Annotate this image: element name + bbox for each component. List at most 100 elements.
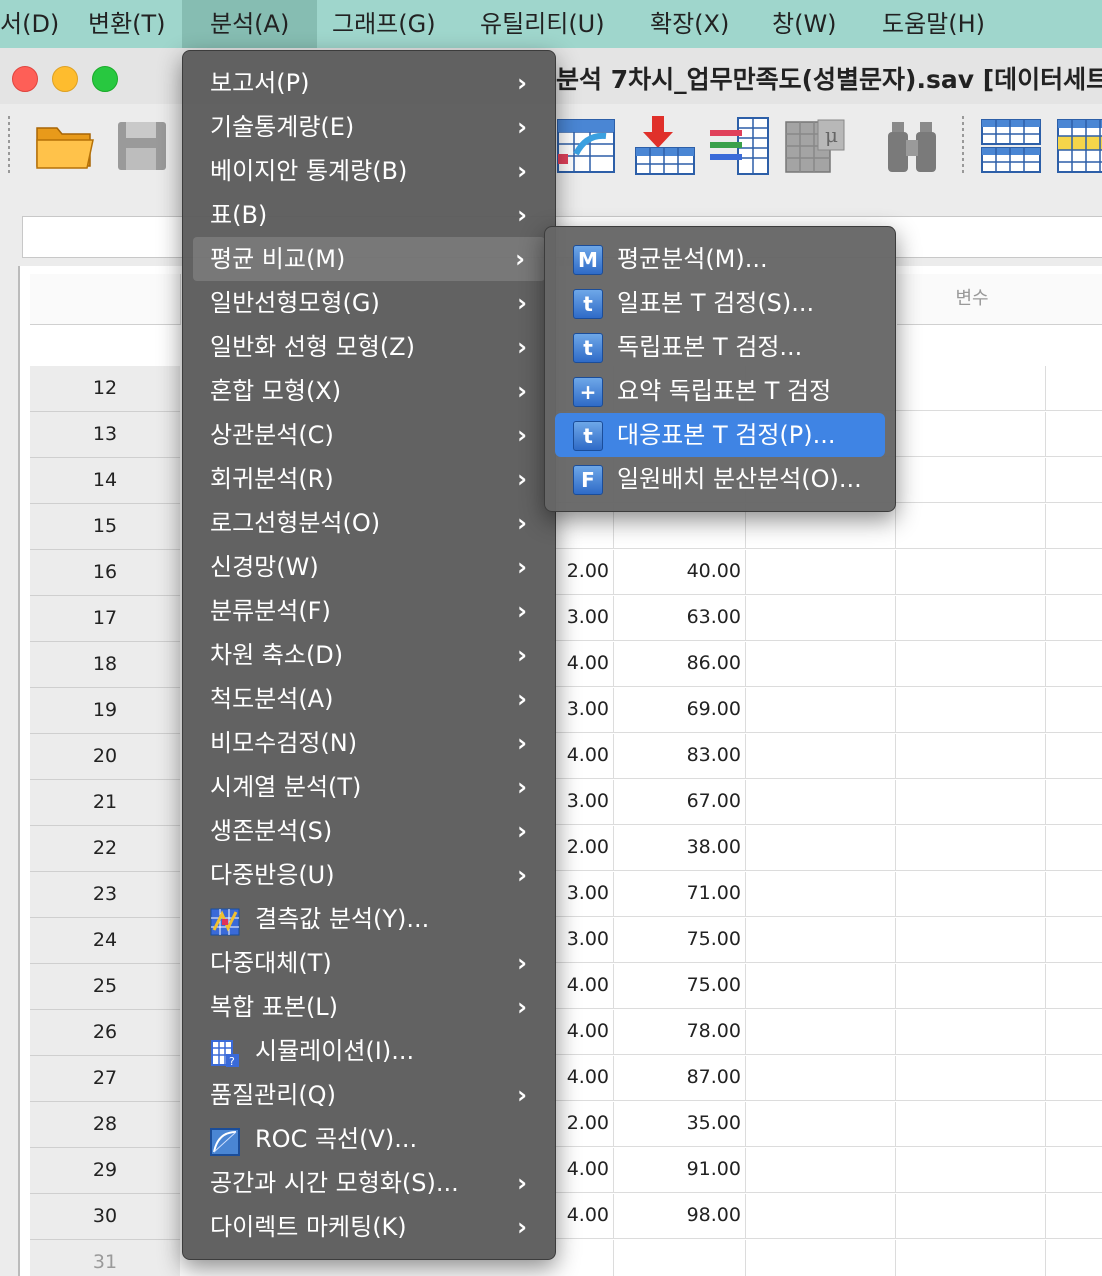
cell-empty[interactable] [896, 1102, 1046, 1147]
value-labels-icon[interactable] [1056, 114, 1102, 176]
compare-means-item[interactable]: t 일표본 T 검정(S)... [555, 281, 885, 325]
cell-score-group[interactable]: 4.00 [554, 1148, 614, 1193]
cell-empty[interactable] [1046, 780, 1102, 825]
cell-score-group[interactable]: 3.00 [554, 872, 614, 917]
cell-empty[interactable] [1046, 918, 1102, 963]
cell-score-group[interactable]: 4.00 [554, 734, 614, 779]
cell-score-group[interactable]: 2.00 [554, 1102, 614, 1147]
analyze-menu-item[interactable]: 신경망(W) › [183, 545, 555, 589]
cell-empty[interactable] [1046, 1148, 1102, 1193]
cell-empty[interactable] [1046, 734, 1102, 779]
cell-empty[interactable] [896, 918, 1046, 963]
analyze-menu-item[interactable]: 품질관리(Q) › [183, 1073, 555, 1117]
menu-analyze[interactable]: 분석(A) [182, 0, 318, 48]
cell-score-group[interactable]: 3.00 [554, 780, 614, 825]
cell-empty[interactable] [1046, 504, 1102, 549]
cell-empty[interactable] [1046, 964, 1102, 1009]
cell-satisfaction[interactable]: 63.00 [614, 596, 746, 641]
row-number[interactable]: 12 [30, 366, 180, 412]
column-header-next[interactable] [1047, 274, 1102, 325]
cell-satisfaction[interactable] [614, 1240, 746, 1276]
row-number[interactable]: 25 [30, 964, 180, 1010]
menu-window[interactable]: 창(W) [772, 0, 837, 48]
cell-score-group[interactable] [554, 1240, 614, 1276]
cell-empty[interactable] [746, 734, 896, 779]
split-file-icon[interactable] [980, 114, 1042, 176]
analyze-menu-item[interactable]: 다중대체(T) › [183, 941, 555, 985]
cell-empty[interactable] [746, 964, 896, 1009]
cell-empty[interactable] [896, 734, 1046, 779]
analyze-menu-item[interactable]: 로그선형분석(O) › [183, 501, 555, 545]
cell-empty[interactable] [896, 366, 1046, 411]
cell-satisfaction[interactable]: 35.00 [614, 1102, 746, 1147]
close-window-button[interactable] [12, 66, 38, 92]
cell-empty[interactable] [896, 872, 1046, 917]
statistics-mu-icon[interactable]: μ [784, 114, 846, 176]
cell-empty[interactable] [746, 1010, 896, 1055]
cell-score-group[interactable]: 3.00 [554, 688, 614, 733]
variables-icon[interactable] [708, 114, 770, 176]
cell-empty[interactable] [746, 688, 896, 733]
cell-satisfaction[interactable]: 98.00 [614, 1194, 746, 1239]
analyze-menu-item[interactable]: 일반화 선형 모형(Z) › [183, 325, 555, 369]
cell-satisfaction[interactable]: 38.00 [614, 826, 746, 871]
analyze-menu-item[interactable]: 회귀분석(R) › [183, 457, 555, 501]
row-number[interactable]: 23 [30, 872, 180, 918]
menu-help[interactable]: 도움말(H) [882, 0, 985, 48]
row-number[interactable]: 20 [30, 734, 180, 780]
cell-score-group[interactable]: 4.00 [554, 1194, 614, 1239]
row-number[interactable]: 15 [30, 504, 180, 550]
row-number[interactable]: 22 [30, 826, 180, 872]
zoom-window-button[interactable] [92, 66, 118, 92]
cell-empty[interactable] [896, 1010, 1046, 1055]
row-number[interactable]: 27 [30, 1056, 180, 1102]
cell-empty[interactable] [746, 1148, 896, 1193]
compare-means-item[interactable]: t 대응표본 T 검정(P)... [555, 413, 885, 457]
cell-score-group[interactable]: 2.00 [554, 550, 614, 595]
cell-empty[interactable] [896, 1240, 1046, 1276]
cell-empty[interactable] [746, 1240, 896, 1276]
analyze-menu-item[interactable]: 기술통계량(E) › [183, 105, 555, 149]
compare-means-item[interactable]: t 독립표본 T 검정... [555, 325, 885, 369]
row-number[interactable]: 21 [30, 780, 180, 826]
recall-dialog-icon[interactable] [556, 114, 618, 176]
cell-empty[interactable] [746, 918, 896, 963]
row-number[interactable]: 29 [30, 1148, 180, 1194]
cell-satisfaction[interactable]: 83.00 [614, 734, 746, 779]
analyze-menu-item[interactable]: 시계열 분석(T) › [183, 765, 555, 809]
cell-empty[interactable] [746, 1056, 896, 1101]
analyze-menu-item[interactable]: 생존분석(S) › [183, 809, 555, 853]
cell-empty[interactable] [896, 964, 1046, 1009]
cell-empty[interactable] [746, 642, 896, 687]
row-number[interactable]: 16 [30, 550, 180, 596]
cell-empty[interactable] [1046, 366, 1102, 411]
analyze-menu-item[interactable]: 다중반응(U) › [183, 853, 555, 897]
cell-empty[interactable] [746, 780, 896, 825]
cell-empty[interactable] [746, 550, 896, 595]
row-number[interactable]: 19 [30, 688, 180, 734]
cell-empty[interactable] [1046, 688, 1102, 733]
row-number[interactable]: 30 [30, 1194, 180, 1240]
menu-graphs[interactable]: 그래프(G) [332, 0, 436, 48]
analyze-menu-item[interactable]: 다이렉트 마케팅(K) › [183, 1205, 555, 1249]
menu-data[interactable]: 서(D) [0, 0, 59, 48]
cell-empty[interactable] [746, 826, 896, 871]
row-number[interactable]: 14 [30, 458, 180, 504]
analyze-menu-item[interactable]: 혼합 모형(X) › [183, 369, 555, 413]
column-header-variable[interactable]: 변수 [897, 274, 1048, 325]
cell-empty[interactable] [896, 642, 1046, 687]
cell-empty[interactable] [746, 1194, 896, 1239]
compare-means-item[interactable]: M 평균분석(M)... [555, 237, 885, 281]
cell-empty[interactable] [746, 596, 896, 641]
row-number[interactable]: 28 [30, 1102, 180, 1148]
cell-score-group[interactable]: 4.00 [554, 1056, 614, 1101]
import-data-icon[interactable] [634, 114, 696, 176]
cell-satisfaction[interactable]: 69.00 [614, 688, 746, 733]
cell-empty[interactable] [896, 412, 1046, 457]
cell-empty[interactable] [896, 550, 1046, 595]
cell-empty[interactable] [896, 458, 1046, 503]
analyze-menu-item[interactable]: 척도분석(A) › [183, 677, 555, 721]
cell-empty[interactable] [746, 1102, 896, 1147]
open-folder-icon[interactable] [34, 114, 96, 176]
analyze-menu-item[interactable]: 공간과 시간 모형화(S)... › [183, 1161, 555, 1205]
